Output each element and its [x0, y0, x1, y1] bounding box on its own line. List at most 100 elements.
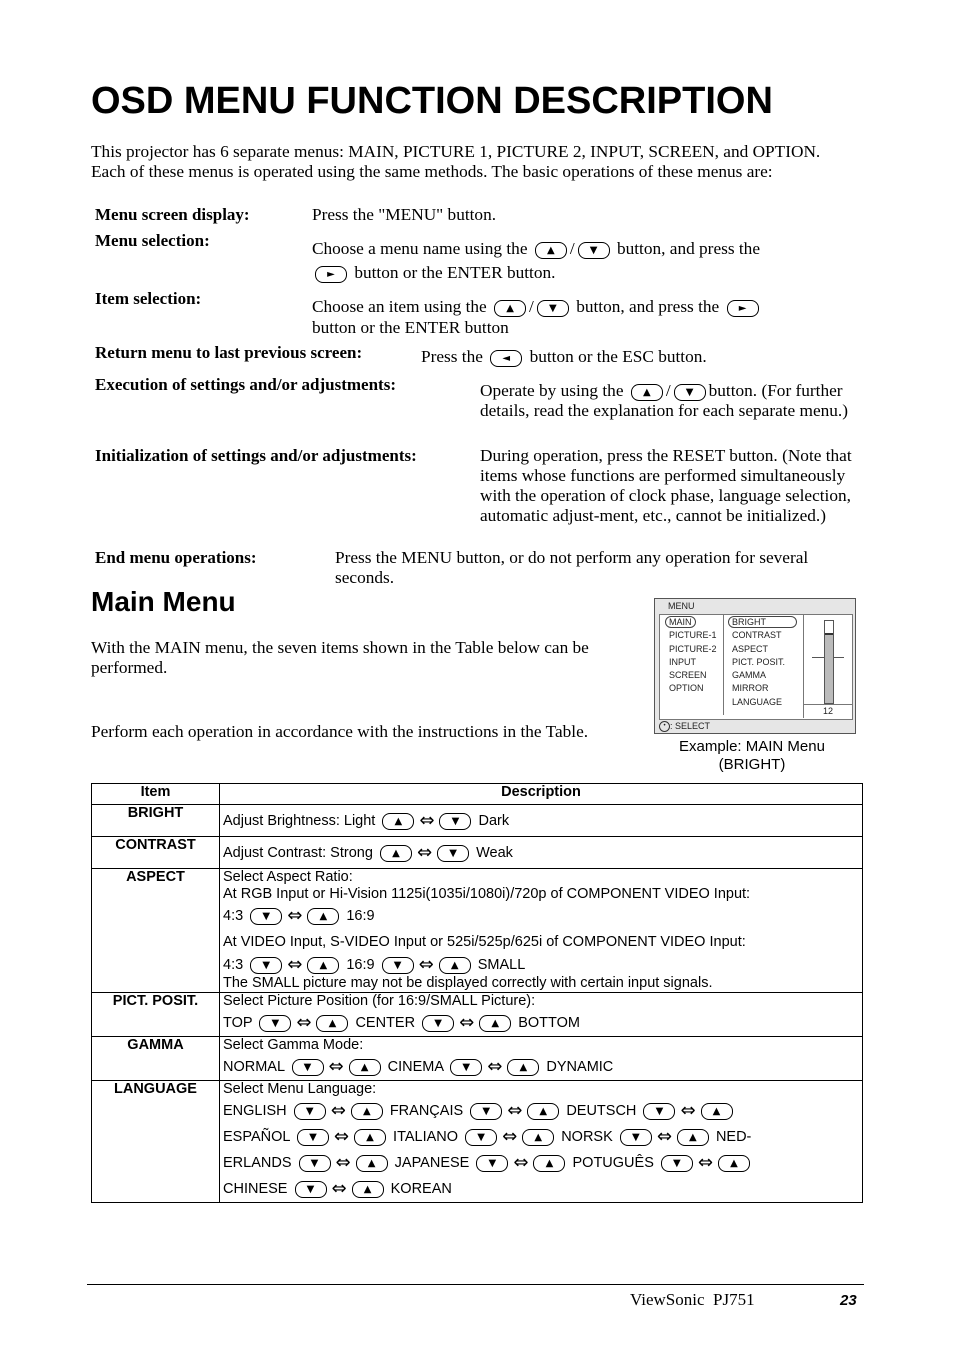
op-text-menu-selection: Choose a menu name using the ▲ / ▼ button,…	[312, 237, 852, 285]
text: SMALL	[477, 957, 526, 973]
page-title: OSD MENU FUNCTION DESCRIPTION	[91, 80, 773, 122]
table-header-row: Item Description	[91, 783, 863, 805]
up-button-icon: ▲	[438, 956, 471, 974]
osd-slider-knob	[825, 633, 833, 635]
osd-menu-item: PICTURE-2	[669, 643, 717, 654]
osd-item: ASPECT	[732, 643, 769, 654]
header-description: Description	[219, 783, 863, 805]
joystick-icon: •	[659, 721, 670, 733]
osd-menu-item: PICTURE-1	[669, 630, 717, 641]
text: Press the	[421, 347, 483, 366]
text: 16:9	[346, 908, 375, 924]
down-button-icon: ▼	[296, 1128, 329, 1146]
op-label-menu-selection: Menu selection:	[95, 231, 210, 250]
down-button-icon: ▼	[673, 383, 706, 401]
down-button-icon: ▼	[294, 1180, 327, 1198]
main-menu-heading: Main Menu	[91, 586, 236, 617]
text: Operate by using the	[480, 381, 624, 400]
up-button-icon: ▲	[307, 907, 340, 925]
text: TOP	[223, 1015, 253, 1031]
double-arrow-icon: ⇔	[513, 1152, 529, 1174]
up-button-icon: ▲	[354, 1128, 387, 1146]
text: CHINESE	[223, 1181, 288, 1197]
op-text-return: Press the ◄ button or the ESC button.	[421, 347, 707, 367]
up-button-icon: ▲	[307, 956, 340, 974]
op-text-menu-display: Press the "MENU" button.	[312, 205, 497, 224]
text: POTUGUÊS	[572, 1155, 654, 1171]
double-arrow-icon: ⇔	[328, 1056, 344, 1078]
down-button-icon: ▼	[298, 1154, 331, 1172]
down-button-icon: ▼	[660, 1154, 693, 1172]
text: The SMALL picture may not be displayed c…	[223, 975, 713, 991]
osd-menu-item: MAIN	[665, 616, 717, 629]
row-item: BRIGHT	[91, 804, 220, 837]
main-menu-table: Item Description BRIGHT Adjust Brightnes…	[91, 783, 863, 1203]
double-arrow-icon: ⇔	[331, 1178, 347, 1200]
double-arrow-icon: ⇔	[656, 1126, 672, 1148]
down-button-icon: ▼	[381, 956, 414, 974]
double-arrow-icon: ⇔	[507, 1100, 523, 1122]
double-arrow-icon: ⇔	[330, 1100, 346, 1122]
table-row: BRIGHT Adjust Brightness: Light ▲ ⇔ ▼ Dark	[91, 804, 863, 837]
up-button-icon: ▲	[348, 1058, 381, 1076]
osd-footer: •: SELECT	[659, 721, 711, 733]
up-button-icon: ▲	[534, 241, 567, 259]
double-arrow-icon: ⇔	[680, 1100, 696, 1122]
osd-menu-item: INPUT	[669, 656, 696, 667]
double-arrow-icon: ⇔	[335, 1152, 351, 1174]
op-label-return: Return menu to last previous screen:	[95, 343, 363, 362]
text: Adjust Contrast: Strong	[223, 845, 373, 861]
down-button-icon: ▼	[577, 241, 610, 259]
text: Select Gamma Mode:	[223, 1037, 364, 1053]
text: 4:3	[223, 957, 244, 973]
text: ITALIANO	[393, 1129, 459, 1145]
up-button-icon: ▲	[718, 1154, 750, 1172]
row-item: PICT. POSIT.	[91, 992, 220, 1037]
osd-item: BRIGHT	[728, 616, 798, 629]
text: Select Aspect Ratio:	[223, 869, 353, 885]
down-button-icon: ▼	[291, 1058, 324, 1076]
osd-header: MENU	[668, 601, 695, 611]
down-button-icon: ▼	[422, 1014, 455, 1032]
up-button-icon: ▲	[522, 1128, 555, 1146]
row-description: Select Gamma Mode: NORMAL ▼ ⇔ ▲ CINEMA ▼ ⇔ ▲…	[219, 1036, 863, 1081]
text: CINEMA	[387, 1059, 444, 1075]
main-menu-para2: Perform each operation in accordance wit…	[91, 722, 589, 741]
row-description: Adjust Brightness: Light ▲ ⇔ ▼ Dark	[219, 804, 863, 837]
slash: /	[529, 297, 534, 316]
caption-line: Example: MAIN Menu	[679, 738, 825, 755]
text: button or the ENTER button.	[354, 263, 556, 282]
footer-divider	[87, 1284, 864, 1285]
text: Dark	[478, 813, 510, 829]
up-button-icon: ▲	[316, 1014, 349, 1032]
up-button-icon: ▲	[533, 1154, 566, 1172]
header-item: Item	[91, 783, 220, 805]
osd-slider-track	[824, 620, 834, 704]
osd-item-bright-selected: BRIGHT	[728, 616, 798, 628]
up-button-icon: ▲	[479, 1014, 512, 1032]
down-button-icon: ▼	[470, 1102, 503, 1120]
osd-panel: MAIN PICTURE-1 PICTURE-2 INPUT SCREEN OP…	[659, 614, 853, 720]
footer-brand: ViewSonic PJ751	[630, 1290, 755, 1309]
osd-item: GAMMA	[732, 670, 767, 681]
osd-example-screen: MENU MAIN PICTURE-1 PICTURE-2 INPUT SCRE…	[654, 598, 856, 734]
osd-divider	[723, 615, 724, 715]
down-button-icon: ▼	[293, 1102, 326, 1120]
down-button-icon: ▼	[250, 907, 283, 925]
osd-menu-list: MAIN PICTURE-1 PICTURE-2 INPUT SCREEN OP…	[665, 616, 717, 696]
text: NORSK	[561, 1129, 613, 1145]
op-text-item-selection: Choose an item using the ▲ / ▼ button, and…	[312, 296, 852, 338]
up-button-icon: ▲	[507, 1058, 540, 1076]
down-button-icon: ▼	[250, 956, 283, 974]
up-button-icon: ▲	[527, 1102, 560, 1120]
op-label-initialization: Initialization of settings and/or adjust…	[95, 446, 417, 465]
row-description: Select Menu Language: ENGLISH ▼ ⇔ ▲ FRANÇA…	[219, 1080, 863, 1203]
row-description: Select Aspect Ratio: At RGB Input or Hi-…	[219, 868, 863, 993]
text: Select Menu Language:	[223, 1081, 377, 1097]
osd-footer-text: : SELECT	[670, 721, 711, 731]
text: Weak	[476, 845, 513, 861]
table-row: PICT. POSIT. Select Picture Position (fo…	[91, 992, 863, 1037]
caption-line: (BRIGHT)	[718, 756, 786, 773]
up-button-icon: ▲	[676, 1128, 709, 1146]
double-arrow-icon: ⇔	[296, 1012, 312, 1034]
